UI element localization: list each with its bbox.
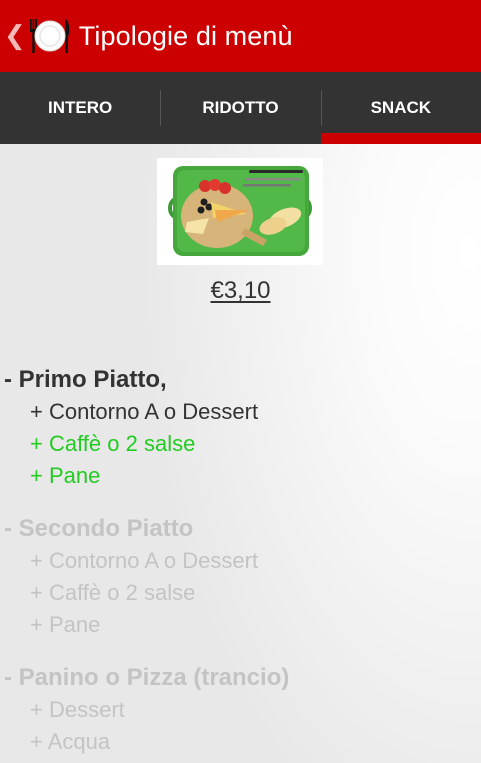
list-item: + Caffè o 2 salse xyxy=(30,580,196,605)
list-item: + Caffè o 2 salse xyxy=(30,431,196,456)
chevron-left-icon: ❮ xyxy=(4,21,26,51)
menu-section-secondo-piatto: - Secondo Piatto + Contorno A o Dessert … xyxy=(4,513,258,641)
up-navigation-button[interactable]: ❮ xyxy=(0,0,73,72)
menu-section-primo-piatto: - Primo Piatto, + Contorno A o Dessert +… xyxy=(4,364,258,492)
action-bar: ❮ Tipologie di menù xyxy=(0,0,481,72)
list-item: + Acqua xyxy=(30,729,111,754)
tab-ridotto[interactable]: RIDOTTO xyxy=(160,72,320,144)
list-item: + Pane xyxy=(30,612,101,637)
tab-label: INTERO xyxy=(48,98,113,117)
tab-bar: INTERO RIDOTTO SNACK xyxy=(0,72,481,144)
menu-price[interactable]: €3,10 xyxy=(0,277,481,305)
list-item: + Pane xyxy=(30,463,101,488)
list-item: + Dessert xyxy=(30,697,125,722)
section-title: - Primo Piatto, xyxy=(4,366,167,393)
tab-label: RIDOTTO xyxy=(202,98,279,117)
fork-plate-knife-icon xyxy=(29,19,70,53)
tab-intero[interactable]: INTERO xyxy=(0,72,160,144)
page-title: Tipologie di menù xyxy=(78,20,293,51)
tab-snack[interactable]: SNACK xyxy=(320,72,481,144)
snack-tray-image xyxy=(157,158,323,265)
list-item: + Contorno A o Dessert xyxy=(30,399,259,424)
section-title: - Secondo Piatto xyxy=(4,515,194,542)
tab-label: SNACK xyxy=(370,98,432,117)
list-item: + Contorno A o Dessert xyxy=(30,548,259,573)
section-title: - Panino o Pizza (trancio) xyxy=(4,664,290,691)
menu-section-panino-pizza: - Panino o Pizza (trancio) + Dessert + A… xyxy=(4,662,289,758)
menu-content: €3,10 - Primo Piatto, + Contorno A o Des… xyxy=(0,144,481,763)
